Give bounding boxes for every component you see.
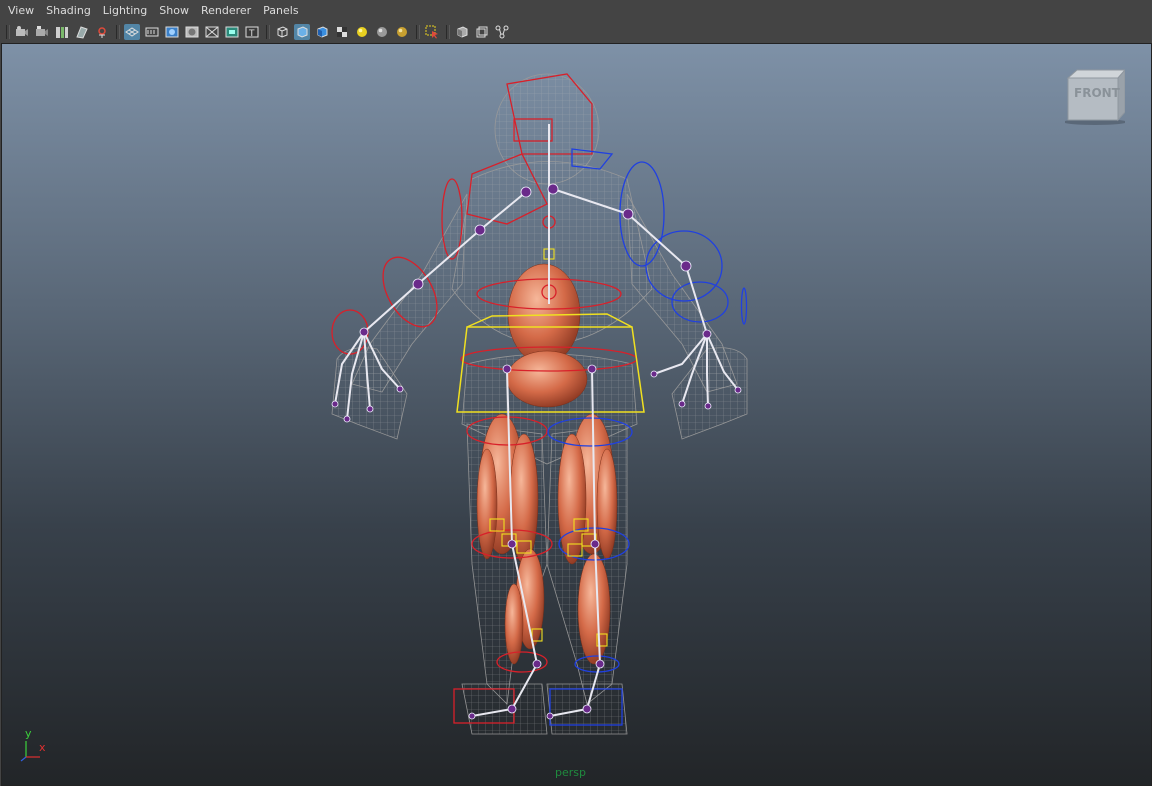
toolbar-divider (116, 25, 120, 39)
camera-attributes-icon[interactable] (34, 24, 50, 40)
toolbar-divider (266, 25, 270, 39)
bookmarks-icon[interactable] (54, 24, 70, 40)
default-lighting-icon[interactable] (314, 24, 330, 40)
image-plane-icon[interactable] (74, 24, 90, 40)
toolbar-divider (416, 25, 420, 39)
field-chart-icon[interactable] (204, 24, 220, 40)
svg-text:T: T (248, 29, 255, 39)
menu-renderer[interactable]: Renderer (195, 0, 257, 22)
axis-y-label: y (25, 727, 32, 740)
menu-bar: View Shading Lighting Show Renderer Pane… (0, 0, 1152, 22)
toolbar-divider (446, 25, 450, 39)
motion-blur-icon[interactable] (394, 24, 410, 40)
resolution-gate-icon[interactable] (164, 24, 180, 40)
panel-toolbar: T (0, 22, 1152, 42)
safe-title-icon[interactable]: T (244, 24, 260, 40)
smooth-shade-icon[interactable] (294, 24, 310, 40)
xray-active-components-icon[interactable] (474, 24, 490, 40)
camera-name-label: persp (555, 766, 586, 779)
toolbar-divider (6, 25, 10, 39)
menu-shading[interactable]: Shading (40, 0, 97, 22)
view-cube-label: FRONT (1074, 86, 1120, 100)
2d-pan-zoom-icon[interactable] (94, 24, 110, 40)
xray-joints-icon[interactable] (494, 24, 510, 40)
textured-icon[interactable] (334, 24, 350, 40)
grid-icon[interactable] (124, 24, 140, 40)
view-cube[interactable]: FRONT (1063, 68, 1127, 126)
xray-icon[interactable] (454, 24, 470, 40)
menu-panels[interactable]: Panels (257, 0, 304, 22)
gate-mask-icon[interactable] (184, 24, 200, 40)
menu-view[interactable]: View (0, 0, 40, 22)
shadows-icon[interactable] (354, 24, 370, 40)
axis-gizmo: y x (16, 727, 50, 763)
menu-show[interactable]: Show (153, 0, 195, 22)
menu-lighting[interactable]: Lighting (97, 0, 153, 22)
screen-space-ao-icon[interactable] (374, 24, 390, 40)
wireframe-icon[interactable] (274, 24, 290, 40)
isolate-select-icon[interactable] (424, 24, 440, 40)
safe-action-icon[interactable] (224, 24, 240, 40)
axis-x-label: x (39, 741, 46, 754)
select-camera-icon[interactable] (14, 24, 30, 40)
perspective-viewport[interactable]: FRONT y x persp (1, 43, 1152, 786)
film-gate-icon[interactable] (144, 24, 160, 40)
character-rig[interactable] (2, 44, 1151, 785)
